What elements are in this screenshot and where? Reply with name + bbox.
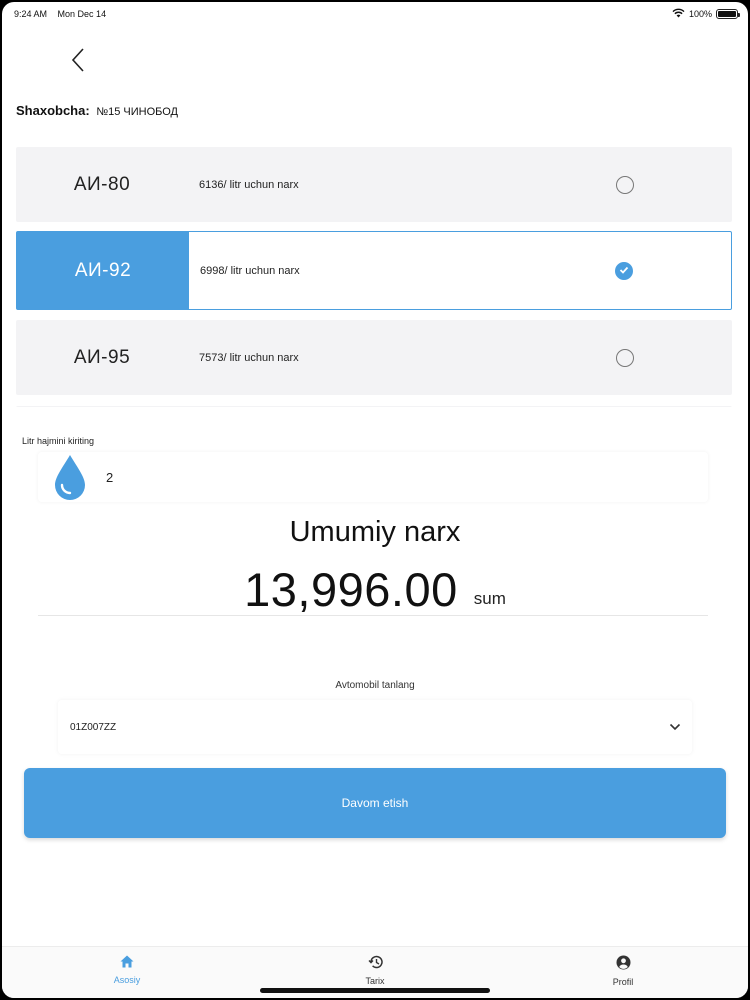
tab-asosiy[interactable]: Asosiy: [87, 955, 167, 985]
status-time: 9:24 AM: [14, 9, 48, 19]
fuel-option-ai80[interactable]: АИ-80 6136/ litr uchun narx: [16, 147, 732, 222]
status-date: Mon Dec 14: [57, 9, 107, 19]
litr-input[interactable]: 2: [38, 452, 708, 502]
fuel-list: АИ-80 6136/ litr uchun narx АИ-92 6998/ …: [16, 145, 732, 407]
litr-label: Litr hajmini kiriting: [22, 436, 95, 446]
car-label: Avtomobil tanlang: [335, 680, 415, 691]
battery-icon: [716, 9, 740, 19]
continue-button[interactable]: Davom etish: [24, 768, 726, 838]
home-indicator: [260, 988, 490, 993]
back-button[interactable]: [64, 46, 92, 78]
litr-value: 2: [106, 469, 114, 485]
fuel-price: 6136/ litr uchun narx: [199, 178, 299, 191]
history-icon: [367, 955, 383, 974]
tab-profil[interactable]: Profil: [583, 955, 663, 987]
tab-tarix[interactable]: Tarix: [335, 955, 415, 986]
total-unit: sum: [473, 589, 506, 608]
total-amount: 13,996.00: [244, 563, 458, 616]
fuel-name: АИ-95: [73, 346, 131, 368]
check-icon: [619, 262, 629, 280]
fuel-option-ai92[interactable]: АИ-92 6998/ litr uchun narx: [16, 231, 732, 310]
total-row: 13,996.00 sum: [2, 562, 748, 617]
home-icon: [120, 955, 134, 973]
fuel-option-partial[interactable]: [16, 406, 732, 407]
tab-label: Asosiy: [113, 975, 141, 985]
total-title: Umumiy narx: [289, 516, 461, 548]
car-select[interactable]: 01Z007ZZ: [58, 700, 692, 754]
radio-button-checked[interactable]: [615, 261, 633, 280]
water-drop-icon: [52, 453, 88, 501]
car-value: 01Z007ZZ: [70, 721, 117, 733]
fuel-price: 7573/ litr uchun narx: [199, 351, 299, 364]
radio-button[interactable]: [616, 175, 634, 194]
chevron-left-icon: [70, 47, 86, 78]
fuel-option-ai95[interactable]: АИ-95 7573/ litr uchun narx: [16, 320, 732, 395]
branch-label: Shaxobcha:: [16, 103, 90, 118]
branch-info: Shaxobcha: №15 ЧИНОБОД: [16, 103, 178, 118]
profile-icon: [616, 955, 631, 975]
divider: [38, 615, 708, 616]
branch-value: №15 ЧИНОБОД: [96, 106, 179, 118]
status-bar: 9:24 AM Mon Dec 14 100%: [2, 2, 748, 24]
radio-button[interactable]: [616, 348, 634, 367]
chevron-down-icon: [668, 720, 682, 734]
tab-label: Profil: [612, 977, 634, 987]
battery-percent: 100%: [688, 9, 712, 19]
fuel-price: 6998/ litr uchun narx: [200, 264, 300, 277]
fuel-name: АИ-92: [17, 232, 189, 309]
wifi-icon: [672, 8, 685, 20]
app-screen: 9:24 AM Mon Dec 14 100% Shaxobcha: №15 Ч…: [2, 2, 748, 998]
tab-label: Tarix: [365, 976, 385, 986]
fuel-name: АИ-80: [73, 173, 131, 195]
